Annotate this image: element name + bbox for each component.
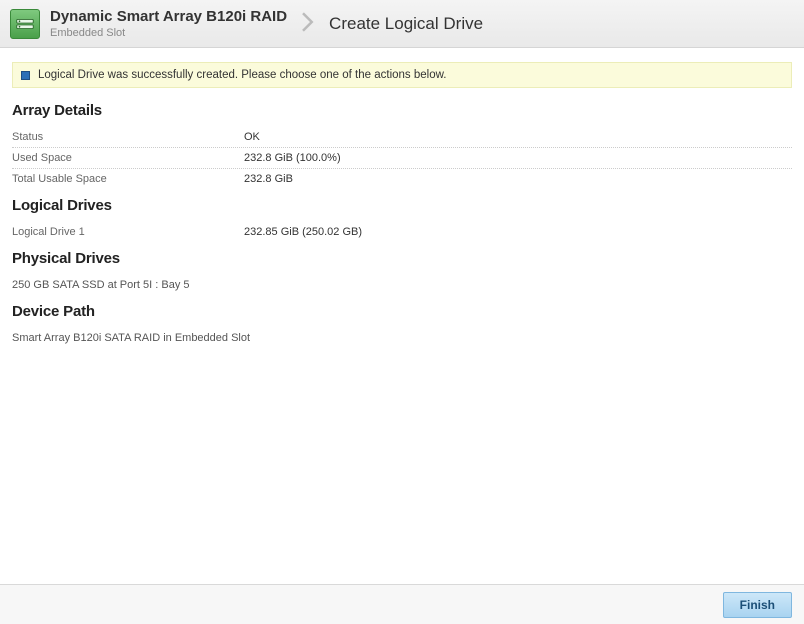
info-icon xyxy=(21,71,30,80)
table-row: Total Usable Space 232.8 GiB xyxy=(12,169,792,189)
footer-bar: Finish xyxy=(0,584,804,624)
array-details-heading: Array Details xyxy=(12,102,792,119)
row-val: 232.8 GiB (100.0%) xyxy=(244,152,341,164)
row-val: OK xyxy=(244,131,260,143)
controller-title: Dynamic Smart Array B120i RAID xyxy=(50,8,287,25)
table-row: Used Space 232.8 GiB (100.0%) xyxy=(12,148,792,169)
page-title: Create Logical Drive xyxy=(329,14,483,34)
device-path-heading: Device Path xyxy=(12,303,792,320)
breadcrumb-header: Dynamic Smart Array B120i RAID Embedded … xyxy=(0,0,804,48)
logical-drives-heading: Logical Drives xyxy=(12,197,792,214)
device-path-entry: Smart Array B120i SATA RAID in Embedded … xyxy=(12,328,792,348)
row-val: 232.8 GiB xyxy=(244,173,293,185)
success-notice: Logical Drive was successfully created. … xyxy=(12,62,792,88)
controller-subtitle: Embedded Slot xyxy=(50,27,287,39)
physical-drives-heading: Physical Drives xyxy=(12,250,792,267)
row-key: Status xyxy=(12,131,244,143)
table-row: Status OK xyxy=(12,127,792,148)
row-key: Used Space xyxy=(12,152,244,164)
physical-drive-entry: 250 GB SATA SSD at Port 5I : Bay 5 xyxy=(12,275,792,295)
breadcrumb-controller[interactable]: Dynamic Smart Array B120i RAID Embedded … xyxy=(50,8,287,39)
notice-text: Logical Drive was successfully created. … xyxy=(38,69,446,81)
chevron-right-icon xyxy=(301,12,315,35)
table-row: Logical Drive 1 232.85 GiB (250.02 GB) xyxy=(12,222,792,242)
logical-drives-table: Logical Drive 1 232.85 GiB (250.02 GB) xyxy=(12,222,792,242)
finish-button[interactable]: Finish xyxy=(723,592,792,618)
row-key: Logical Drive 1 xyxy=(12,226,244,238)
content-area: Logical Drive was successfully created. … xyxy=(0,48,804,348)
row-key: Total Usable Space xyxy=(12,173,244,185)
controller-icon xyxy=(10,9,40,39)
row-val: 232.85 GiB (250.02 GB) xyxy=(244,226,362,238)
array-details-table: Status OK Used Space 232.8 GiB (100.0%) … xyxy=(12,127,792,189)
